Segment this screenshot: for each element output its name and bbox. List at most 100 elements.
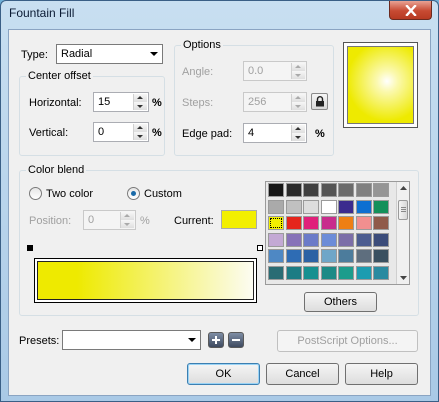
edge-pad-spinbox[interactable]: 4 <box>243 123 307 143</box>
palette-swatch[interactable] <box>373 249 389 263</box>
arrow-down-icon <box>295 136 301 139</box>
palette-swatch[interactable] <box>355 232 372 247</box>
palette-swatch[interactable] <box>303 265 319 280</box>
palette-swatch[interactable] <box>303 216 319 230</box>
palette-swatch[interactable] <box>268 249 284 263</box>
palette-swatch[interactable] <box>303 183 319 197</box>
remove-preset-button[interactable] <box>228 332 244 348</box>
palette-swatch[interactable] <box>355 265 372 280</box>
palette-swatch[interactable] <box>355 183 372 197</box>
vertical-spin-down[interactable] <box>134 132 147 140</box>
palette-swatch[interactable] <box>373 216 389 230</box>
palette-swatch[interactable] <box>303 232 319 247</box>
edge-pad-spin-up[interactable] <box>292 125 305 133</box>
others-button[interactable]: Others <box>304 292 377 312</box>
cancel-button[interactable]: Cancel <box>266 363 339 385</box>
palette-swatch[interactable] <box>338 199 354 214</box>
arrow-down-icon <box>295 74 301 77</box>
palette-swatch[interactable] <box>338 232 354 247</box>
palette-swatch[interactable] <box>268 265 284 280</box>
palette-swatch[interactable] <box>320 232 337 247</box>
type-select[interactable]: Radial <box>56 44 163 64</box>
horizontal-spin-up[interactable] <box>134 94 147 102</box>
scroll-down-icon[interactable] <box>400 276 407 280</box>
palette-swatch[interactable] <box>320 265 337 280</box>
steps-spinbox[interactable]: 256 <box>243 92 307 112</box>
palette-swatch[interactable] <box>355 216 372 230</box>
arrow-up-icon <box>137 96 143 99</box>
palette-swatch[interactable] <box>268 183 284 197</box>
palette-swatch[interactable] <box>285 216 302 230</box>
palette-swatch[interactable] <box>285 249 302 263</box>
palette-swatch[interactable] <box>355 249 372 263</box>
steps-spin-down[interactable] <box>292 102 305 110</box>
add-preset-button[interactable] <box>208 332 224 348</box>
angle-spin-up[interactable] <box>292 63 305 71</box>
edge-pad-value: 4 <box>248 127 255 139</box>
palette-swatch[interactable] <box>373 232 389 247</box>
scroll-up-icon[interactable] <box>400 186 407 190</box>
arrow-up-icon <box>124 214 130 217</box>
custom-radio[interactable] <box>127 187 140 200</box>
steps-value: 256 <box>248 96 267 108</box>
palette-swatch[interactable] <box>303 199 319 214</box>
ok-button-label: OK <box>215 368 232 380</box>
gradient-end-marker[interactable] <box>257 245 263 251</box>
palette-swatch[interactable] <box>268 216 284 230</box>
palette-swatch[interactable] <box>268 199 284 214</box>
palette-scroll-thumb[interactable] <box>398 200 408 220</box>
angle-spinbox[interactable]: 0.0 <box>243 61 307 81</box>
palette-swatch[interactable] <box>285 265 302 280</box>
center-offset-title: Center offset <box>26 70 93 82</box>
ok-button[interactable]: OK <box>187 363 260 385</box>
arrow-up-icon <box>295 127 301 130</box>
angle-spin-down[interactable] <box>292 71 305 79</box>
palette-swatch[interactable] <box>355 199 372 214</box>
palette-scrollbar[interactable] <box>396 182 409 284</box>
palette-swatch[interactable] <box>338 249 354 263</box>
vertical-spinbox[interactable]: 0 <box>93 122 149 142</box>
vertical-spin-up[interactable] <box>134 124 147 132</box>
close-button[interactable] <box>389 1 432 20</box>
arrow-up-icon <box>295 96 301 99</box>
angle-value: 0.0 <box>248 65 264 77</box>
position-spin-up[interactable] <box>121 212 134 220</box>
gradient-blend-bar[interactable] <box>34 258 257 303</box>
palette-swatch[interactable] <box>338 216 354 230</box>
palette-swatch[interactable] <box>338 265 354 280</box>
palette-swatch[interactable] <box>320 199 337 214</box>
fill-preview <box>343 42 418 128</box>
current-color-swatch[interactable] <box>221 210 257 229</box>
position-spinbox[interactable]: 0 <box>83 210 136 230</box>
palette-swatch[interactable] <box>268 232 284 247</box>
palette-swatch[interactable] <box>373 265 389 280</box>
palette-swatch[interactable] <box>285 232 302 247</box>
steps-spin-up[interactable] <box>292 94 305 102</box>
help-button-label: Help <box>370 368 393 380</box>
horizontal-spinbox[interactable]: 15 <box>93 92 149 112</box>
palette-swatch[interactable] <box>320 249 337 263</box>
palette-grid <box>268 183 393 283</box>
edge-pad-spin-down[interactable] <box>292 133 305 141</box>
palette-swatch[interactable] <box>285 199 302 214</box>
gradient-start-marker[interactable] <box>27 245 33 251</box>
type-select-value: Radial <box>61 48 93 60</box>
postscript-options-button[interactable]: PostScript Options... <box>277 330 418 352</box>
palette-swatch[interactable] <box>303 249 319 263</box>
help-button[interactable]: Help <box>345 363 418 385</box>
presets-select[interactable] <box>62 330 201 350</box>
color-palette <box>265 181 410 285</box>
palette-swatch[interactable] <box>320 216 337 230</box>
custom-label: Custom <box>144 188 182 200</box>
presets-label: Presets: <box>19 335 60 347</box>
arrow-down-icon <box>137 105 143 108</box>
steps-lock-button[interactable] <box>311 93 328 110</box>
palette-swatch[interactable] <box>338 183 354 197</box>
palette-swatch[interactable] <box>285 183 302 197</box>
palette-swatch[interactable] <box>373 183 389 197</box>
horizontal-spin-down[interactable] <box>134 102 147 110</box>
position-spin-down[interactable] <box>121 220 134 228</box>
two-color-radio[interactable] <box>29 187 42 200</box>
palette-swatch[interactable] <box>320 183 337 197</box>
palette-swatch[interactable] <box>373 199 389 214</box>
